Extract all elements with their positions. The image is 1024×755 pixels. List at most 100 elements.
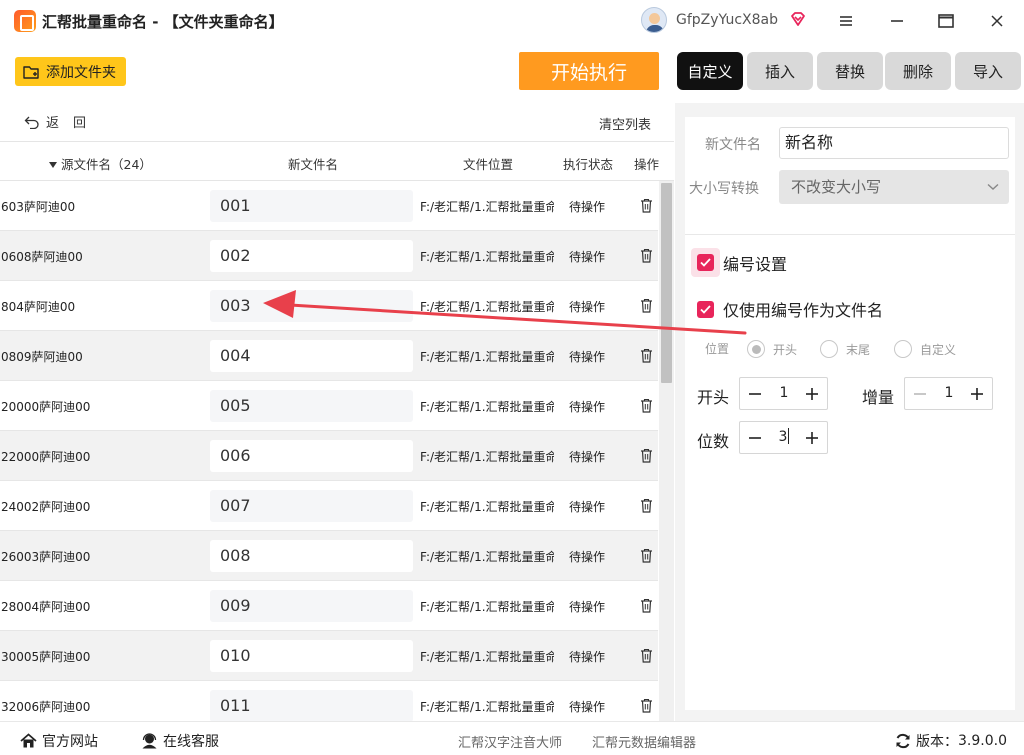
source-name: 22000萨阿迪00: [1, 450, 91, 464]
tab-insert[interactable]: 插入: [747, 52, 813, 90]
source-name: 804萨阿迪00: [1, 300, 76, 314]
radio-label: 开头: [773, 342, 798, 357]
new-name-field[interactable]: 001: [210, 190, 413, 222]
status-text: 待操作: [569, 300, 606, 314]
trash-icon[interactable]: [640, 698, 653, 713]
position-radio-end[interactable]: 末尾: [820, 340, 870, 358]
position-label: 位置: [705, 342, 730, 356]
file-list: 603萨阿迪00 001 F:/老汇帮/1.汇帮批量重命 待操作 0608萨阿迪…: [0, 181, 658, 721]
trash-icon[interactable]: [640, 548, 653, 563]
trash-icon[interactable]: [640, 398, 653, 413]
table-row[interactable]: 20000萨阿迪00 005 F:/老汇帮/1.汇帮批量重命 待操作: [0, 381, 658, 431]
footer-link-metadata[interactable]: 汇帮元数据编辑器: [592, 732, 696, 751]
table-row[interactable]: 28004萨阿迪00 009 F:/老汇帮/1.汇帮批量重命 待操作: [0, 581, 658, 631]
new-name-input[interactable]: 新名称: [779, 127, 1009, 159]
trash-icon[interactable]: [640, 448, 653, 463]
menu-icon[interactable]: [834, 10, 858, 32]
increment-value[interactable]: 1: [935, 378, 963, 409]
add-folder-label: 添加文件夹: [46, 64, 116, 81]
tab-delete[interactable]: 删除: [885, 52, 951, 90]
new-name-field[interactable]: 006: [210, 440, 413, 472]
start-button[interactable]: 开始执行: [519, 52, 659, 90]
vip-diamond-icon[interactable]: [790, 11, 806, 27]
increment-label: 增量: [862, 388, 895, 407]
plus-icon[interactable]: [797, 422, 827, 453]
digits-stepper[interactable]: 3: [739, 421, 828, 454]
table-row[interactable]: 0809萨阿迪00 004 F:/老汇帮/1.汇帮批量重命 待操作: [0, 331, 658, 381]
user-name[interactable]: GfpZyYucX8ab: [676, 12, 778, 28]
new-name-field[interactable]: 011: [210, 690, 413, 721]
new-name-field[interactable]: 003: [210, 290, 413, 322]
sort-desc-icon: [49, 162, 57, 168]
add-folder-button[interactable]: 添加文件夹: [15, 57, 126, 86]
table-row[interactable]: 804萨阿迪00 003 F:/老汇帮/1.汇帮批量重命 待操作: [0, 281, 658, 331]
tab-import[interactable]: 导入: [955, 52, 1021, 90]
back-button[interactable]: 返回: [24, 112, 100, 131]
minus-icon[interactable]: [740, 422, 770, 453]
scroll-thumb[interactable]: [661, 183, 672, 383]
checkbox-checked-icon: [697, 300, 714, 318]
position-radio-custom[interactable]: 自定义: [894, 340, 956, 358]
only-number-checkbox[interactable]: 仅使用编号作为文件名: [697, 297, 883, 321]
digits-value: 3: [778, 429, 788, 445]
minus-icon[interactable]: [740, 378, 770, 409]
clear-list-button[interactable]: 清空列表: [599, 114, 651, 133]
table-row[interactable]: 0608萨阿迪00 002 F:/老汇帮/1.汇帮批量重命 待操作: [0, 231, 658, 281]
table-row[interactable]: 22000萨阿迪00 006 F:/老汇帮/1.汇帮批量重命 待操作: [0, 431, 658, 481]
file-location: F:/老汇帮/1.汇帮批量重命: [420, 350, 554, 364]
table-row[interactable]: 32006萨阿迪00 011 F:/老汇帮/1.汇帮批量重命 待操作: [0, 681, 658, 721]
col-source-header[interactable]: 源文件名（24）: [49, 154, 152, 173]
trash-icon[interactable]: [640, 348, 653, 363]
footer: 官方网站 在线客服 汇帮汉字注音大师 汇帮元数据编辑器 版本： 3.9.0.0: [0, 721, 1024, 755]
trash-icon[interactable]: [640, 298, 653, 313]
table-row[interactable]: 30005萨阿迪00 010 F:/老汇帮/1.汇帮批量重命 待操作: [0, 631, 658, 681]
new-name-label: 新文件名: [705, 137, 761, 153]
tab-replace[interactable]: 替换: [817, 52, 883, 90]
file-location: F:/老汇帮/1.汇帮批量重命: [420, 600, 554, 614]
official-website-link[interactable]: 官方网站: [20, 731, 98, 751]
case-select-value: 不改变大小写: [791, 178, 882, 196]
window-title: 汇帮批量重命名 - 【文件夹重命名】: [42, 13, 284, 31]
trash-icon[interactable]: [640, 248, 653, 263]
version-info[interactable]: 版本： 3.9.0.0: [895, 731, 1007, 751]
case-select[interactable]: 不改变大小写: [779, 170, 1009, 204]
table-row[interactable]: 26003萨阿迪00 008 F:/老汇帮/1.汇帮批量重命 待操作: [0, 531, 658, 581]
new-name-field[interactable]: 007: [210, 490, 413, 522]
status-text: 待操作: [569, 450, 606, 464]
trash-icon[interactable]: [640, 648, 653, 663]
file-location: F:/老汇帮/1.汇帮批量重命: [420, 250, 554, 264]
list-scrollbar[interactable]: [659, 181, 674, 721]
new-name-field[interactable]: 009: [210, 590, 413, 622]
footer-link-pinyin[interactable]: 汇帮汉字注音大师: [458, 732, 562, 751]
radio-icon: [820, 340, 838, 358]
numbering-checkbox[interactable]: 编号设置: [691, 248, 787, 277]
new-name-field[interactable]: 008: [210, 540, 413, 572]
plus-icon[interactable]: [962, 378, 992, 409]
table-row[interactable]: 603萨阿迪00 001 F:/老汇帮/1.汇帮批量重命 待操作: [0, 181, 658, 231]
table-row[interactable]: 24002萨阿迪00 007 F:/老汇帮/1.汇帮批量重命 待操作: [0, 481, 658, 531]
close-icon[interactable]: [985, 10, 1009, 32]
trash-icon[interactable]: [640, 498, 653, 513]
start-value[interactable]: 1: [770, 378, 798, 409]
digits-value-field[interactable]: 3: [770, 422, 798, 453]
source-name: 603萨阿迪00: [1, 200, 76, 214]
online-support-link[interactable]: 在线客服: [141, 731, 219, 751]
start-stepper[interactable]: 1: [739, 377, 828, 410]
new-name-field[interactable]: 010: [210, 640, 413, 672]
maximize-icon[interactable]: [934, 10, 958, 32]
plus-icon[interactable]: [797, 378, 827, 409]
minimize-icon[interactable]: [885, 10, 909, 32]
case-label: 大小写转换: [689, 181, 759, 197]
user-avatar[interactable]: [641, 7, 667, 33]
trash-icon[interactable]: [640, 198, 653, 213]
new-name-field[interactable]: 002: [210, 240, 413, 272]
file-location: F:/老汇帮/1.汇帮批量重命: [420, 700, 554, 714]
new-name-field[interactable]: 004: [210, 340, 413, 372]
status-text: 待操作: [569, 400, 606, 414]
position-radio-start[interactable]: 开头: [747, 340, 797, 358]
tab-custom[interactable]: 自定义: [677, 52, 743, 90]
new-name-field[interactable]: 005: [210, 390, 413, 422]
increment-stepper[interactable]: 1: [904, 377, 993, 410]
minus-icon[interactable]: [905, 378, 935, 409]
trash-icon[interactable]: [640, 598, 653, 613]
